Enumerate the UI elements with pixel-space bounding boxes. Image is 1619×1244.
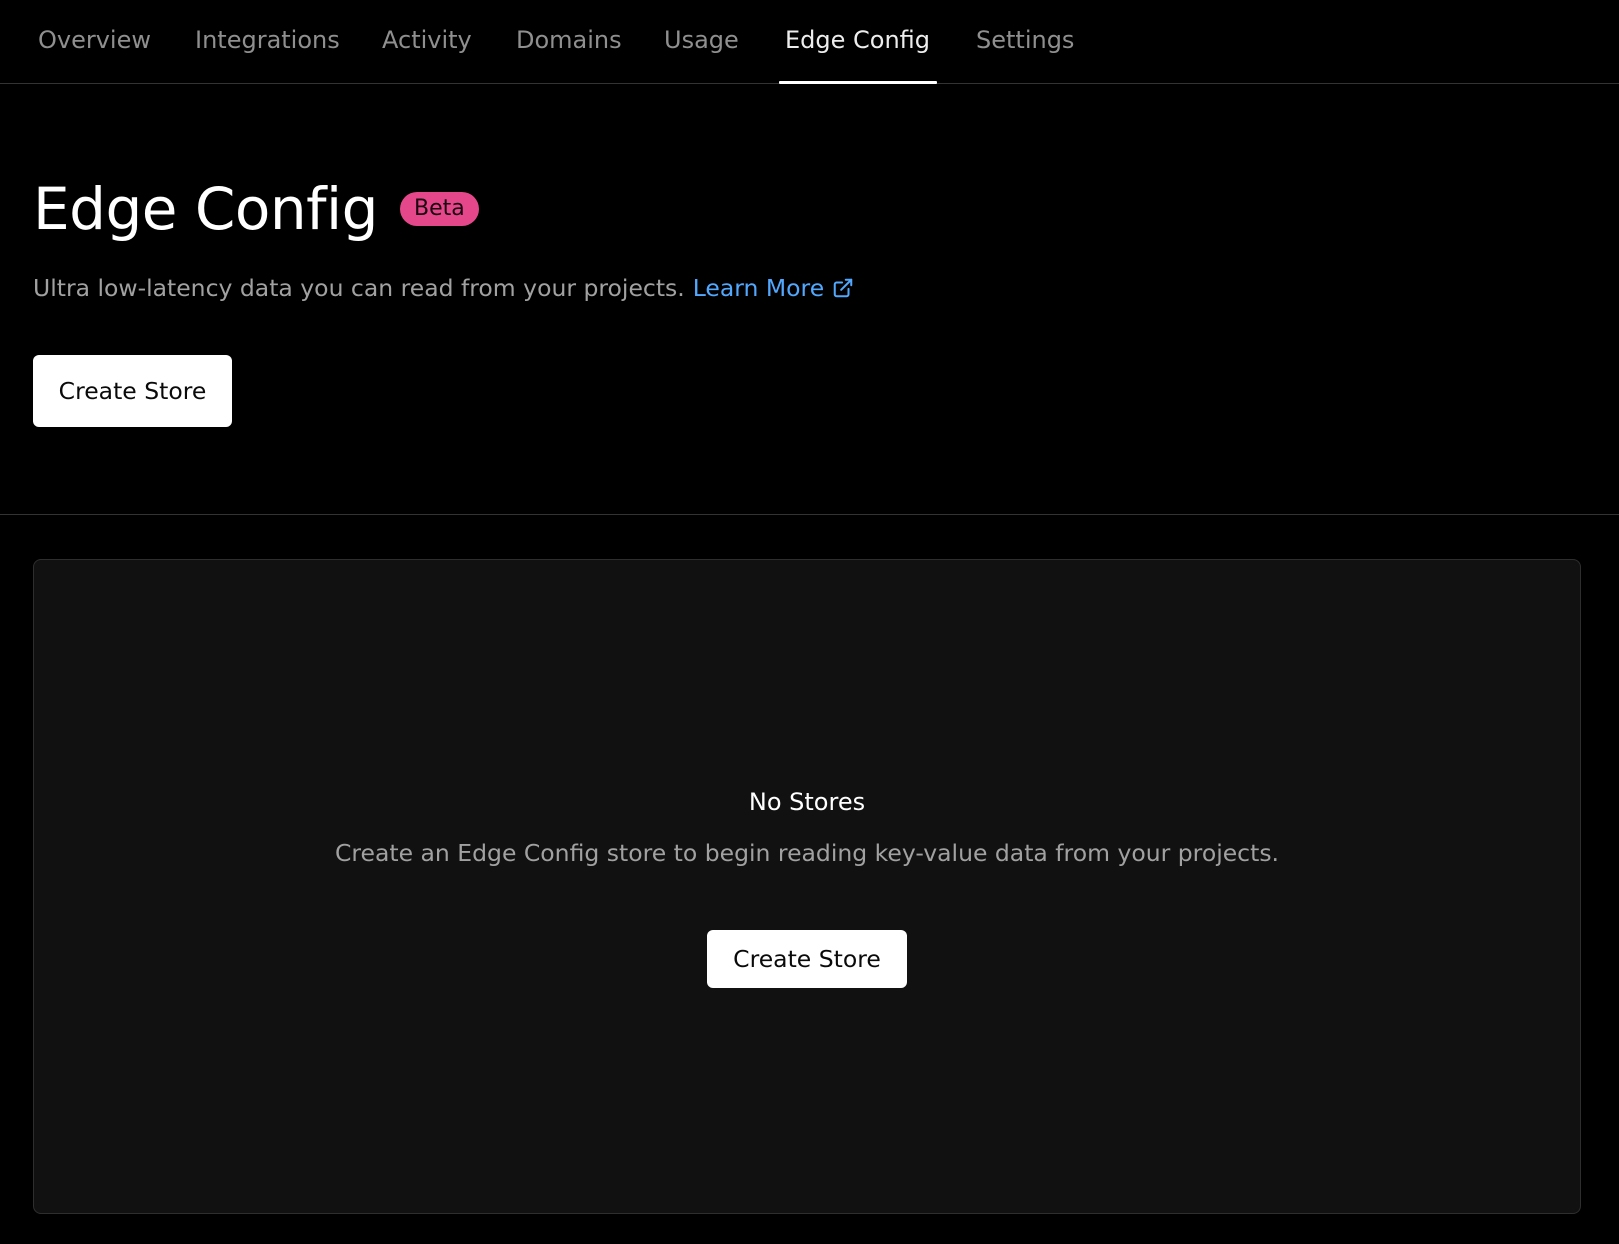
tab-integrations[interactable]: Integrations [195, 0, 340, 84]
project-tabs: Overview Integrations Activity Domains U… [0, 0, 1619, 84]
external-link-icon [833, 278, 853, 298]
learn-more-link[interactable]: Learn More [693, 274, 854, 302]
tab-activity[interactable]: Activity [382, 0, 472, 84]
tab-edge-config[interactable]: Edge Config [785, 0, 930, 84]
tab-usage[interactable]: Usage [664, 0, 739, 84]
page-subtitle: Ultra low-latency data you can read from… [33, 274, 854, 302]
title-row: Edge Config Beta [33, 174, 479, 244]
stores-empty-state: No Stores Create an Edge Config store to… [33, 559, 1581, 1214]
empty-state-description: Create an Edge Config store to begin rea… [334, 839, 1280, 867]
tab-settings[interactable]: Settings [976, 0, 1074, 84]
tab-overview[interactable]: Overview [38, 0, 151, 84]
page-header: Edge Config Beta Ultra low-latency data … [0, 84, 1619, 515]
empty-state-title: No Stores [748, 788, 866, 816]
learn-more-label: Learn More [692, 274, 825, 302]
create-store-button[interactable]: Create Store [33, 355, 232, 427]
page-title: Edge Config [33, 175, 379, 243]
tab-domains[interactable]: Domains [516, 0, 622, 84]
empty-state-create-store-button[interactable]: Create Store [707, 930, 907, 988]
subtitle-text: Ultra low-latency data you can read from… [33, 274, 685, 302]
beta-badge: Beta [400, 192, 479, 226]
